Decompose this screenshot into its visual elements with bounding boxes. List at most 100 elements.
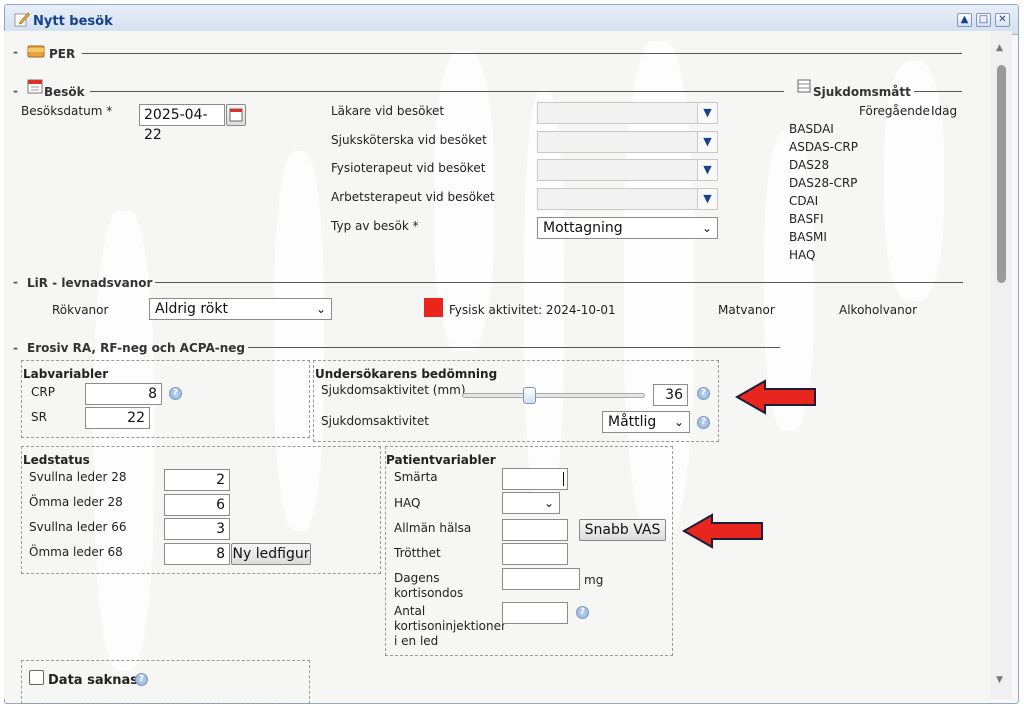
data-saknas-label: Data saknas xyxy=(48,673,138,688)
help-icon[interactable]: ? xyxy=(697,387,710,400)
edit-icon xyxy=(14,12,30,27)
chevron-down-icon: ⌄ xyxy=(673,415,684,429)
ny-ledfigur-button[interactable]: Ny ledfigur xyxy=(231,543,311,565)
kortisondos-label-line2: kortisondos xyxy=(394,586,464,600)
smarta-input[interactable] xyxy=(502,468,568,490)
calendar-icon xyxy=(27,79,43,94)
collapse-toggle-per[interactable]: - xyxy=(13,45,18,59)
trotthet-input[interactable] xyxy=(502,543,568,565)
divider xyxy=(82,53,962,54)
annotation-arrow-icon xyxy=(682,513,763,549)
rokvanor-value: Aldrig rökt xyxy=(155,301,228,317)
lakare-label: Läkare vid besöket xyxy=(331,104,445,118)
slider-thumb[interactable] xyxy=(523,387,537,404)
alkoholvanor-label[interactable]: Alkoholvanor xyxy=(839,303,917,317)
help-icon[interactable]: ? xyxy=(169,387,182,400)
svullna-66-input[interactable]: 3 xyxy=(164,518,230,540)
chevron-down-icon[interactable]: ▼ xyxy=(697,132,717,152)
fysioterapeut-select[interactable]: ▼ xyxy=(537,159,718,181)
measure-das28: DAS28 xyxy=(789,158,830,172)
chevron-down-icon: ⌄ xyxy=(543,496,554,510)
section-title-per: PER xyxy=(49,47,76,61)
omma-68-input[interactable]: 8 xyxy=(164,543,230,565)
trotthet-label: Trötthet xyxy=(394,546,441,560)
slider-label: Sjukdomsaktivitet (mm) xyxy=(321,383,466,397)
sr-label: SR xyxy=(31,410,47,424)
allman-halsa-label: Allmän hälsa xyxy=(394,521,472,535)
injektion-input[interactable] xyxy=(502,602,568,624)
section-title-erosiv: Erosiv RA, RF-neg och ACPA-neg xyxy=(27,341,246,355)
col-foregaende: Föregående xyxy=(859,104,930,118)
help-icon[interactable]: ? xyxy=(576,606,589,619)
labvariabler-title: Labvariabler xyxy=(23,367,109,381)
help-icon[interactable]: ? xyxy=(135,673,148,686)
typ-av-besok-select[interactable]: Mottagning ⌄ xyxy=(537,217,718,239)
col-idag: Idag xyxy=(931,104,958,118)
arbetsterapeut-label: Arbetsterapeut vid besöket xyxy=(331,190,495,204)
sjukskoterska-label: Sjuksköterska vid besöket xyxy=(331,133,487,147)
svullna-28-input[interactable]: 2 xyxy=(164,469,230,491)
smarta-label: Smärta xyxy=(394,470,438,484)
calendar-icon xyxy=(229,108,243,122)
fysisk-aktivitet-label[interactable]: Fysisk aktivitet: 2024-10-01 xyxy=(449,303,616,317)
collapse-toggle-lir[interactable]: - xyxy=(13,275,18,289)
kortisondos-unit: mg xyxy=(584,573,604,587)
snabb-vas-button[interactable]: Snabb VAS xyxy=(579,519,666,541)
maximize-button[interactable]: □ xyxy=(976,13,991,27)
chevron-down-icon[interactable]: ▼ xyxy=(697,103,717,123)
section-title-lir: LiR - levnadsvanor xyxy=(27,276,153,290)
chevron-down-icon: ⌄ xyxy=(315,302,326,316)
data-saknas-checkbox[interactable] xyxy=(29,670,44,685)
besoksdatum-input[interactable]: 2025-04-22 xyxy=(139,104,225,143)
vertical-scrollbar[interactable]: ▲ ▼ xyxy=(990,31,1012,699)
besoksdatum-label: Besöksdatum * xyxy=(21,104,113,118)
section-title-sjukdomsmatt: Sjukdomsmått xyxy=(813,85,911,99)
folder-icon xyxy=(27,45,45,58)
text-cursor xyxy=(563,472,564,486)
sjukdomsaktivitet-value: Måttlig xyxy=(608,414,657,430)
measure-haq: HAQ xyxy=(789,248,816,262)
date-picker-button[interactable] xyxy=(226,104,246,126)
scroll-up-arrow-icon[interactable]: ▲ xyxy=(996,43,1003,53)
fysioterapeut-label: Fysioterapeut vid besöket xyxy=(331,161,486,175)
close-button[interactable]: ✕ xyxy=(995,13,1010,27)
sr-input[interactable]: 22 xyxy=(85,407,150,429)
measure-basmi: BASMI xyxy=(789,230,827,244)
omma-68-label: Ömma leder 68 xyxy=(29,545,123,559)
sjukdomsaktivitet-select[interactable]: Måttlig ⌄ xyxy=(602,411,690,433)
measure-cdai: CDAI xyxy=(789,194,819,208)
chevron-down-icon[interactable]: ▼ xyxy=(697,189,717,209)
sjukdomsaktivitet-label: Sjukdomsaktivitet xyxy=(321,414,429,428)
ledstatus-title: Ledstatus xyxy=(23,453,90,467)
allman-halsa-input[interactable] xyxy=(502,519,568,541)
scroll-down-arrow-icon[interactable]: ▼ xyxy=(996,675,1003,685)
help-icon[interactable]: ? xyxy=(697,416,710,429)
crp-input[interactable]: 8 xyxy=(85,383,162,405)
collapse-toggle-erosiv[interactable]: - xyxy=(13,341,18,355)
sjukdomsaktivitet-slider[interactable] xyxy=(462,387,645,404)
table-icon xyxy=(797,79,811,93)
injektion-label-line2: kortisoninjektioner xyxy=(394,619,506,633)
omma-28-input[interactable]: 6 xyxy=(164,494,230,516)
sjukskoterska-select[interactable]: ▼ xyxy=(537,131,718,153)
collapse-toggle-besok[interactable]: - xyxy=(13,84,18,98)
arbetsterapeut-select[interactable]: ▼ xyxy=(537,188,718,210)
kortisondos-label-line1: Dagens xyxy=(394,571,440,585)
haq-select[interactable]: ⌄ xyxy=(502,492,560,514)
measure-asdas-crp: ASDAS-CRP xyxy=(789,140,858,154)
typ-av-besok-value: Mottagning xyxy=(543,220,623,236)
annotation-arrow-icon xyxy=(735,379,816,415)
haq-label: HAQ xyxy=(394,496,421,510)
slider-value-input[interactable]: 36 xyxy=(653,384,688,406)
lakare-select[interactable]: ▼ xyxy=(537,102,718,124)
collapse-button[interactable]: ▲ xyxy=(957,13,972,27)
scroll-thumb[interactable] xyxy=(997,65,1006,283)
matvanor-label[interactable]: Matvanor xyxy=(718,303,775,317)
injektion-label-line1: Antal xyxy=(394,604,426,618)
chevron-down-icon[interactable]: ▼ xyxy=(697,160,717,180)
measure-basdai: BASDAI xyxy=(789,122,834,136)
typ-av-besok-label: Typ av besök * xyxy=(331,219,419,233)
rokvanor-select[interactable]: Aldrig rökt ⌄ xyxy=(149,298,332,320)
kortisondos-input[interactable] xyxy=(502,568,580,590)
fysisk-aktivitet-indicator[interactable] xyxy=(424,298,443,317)
